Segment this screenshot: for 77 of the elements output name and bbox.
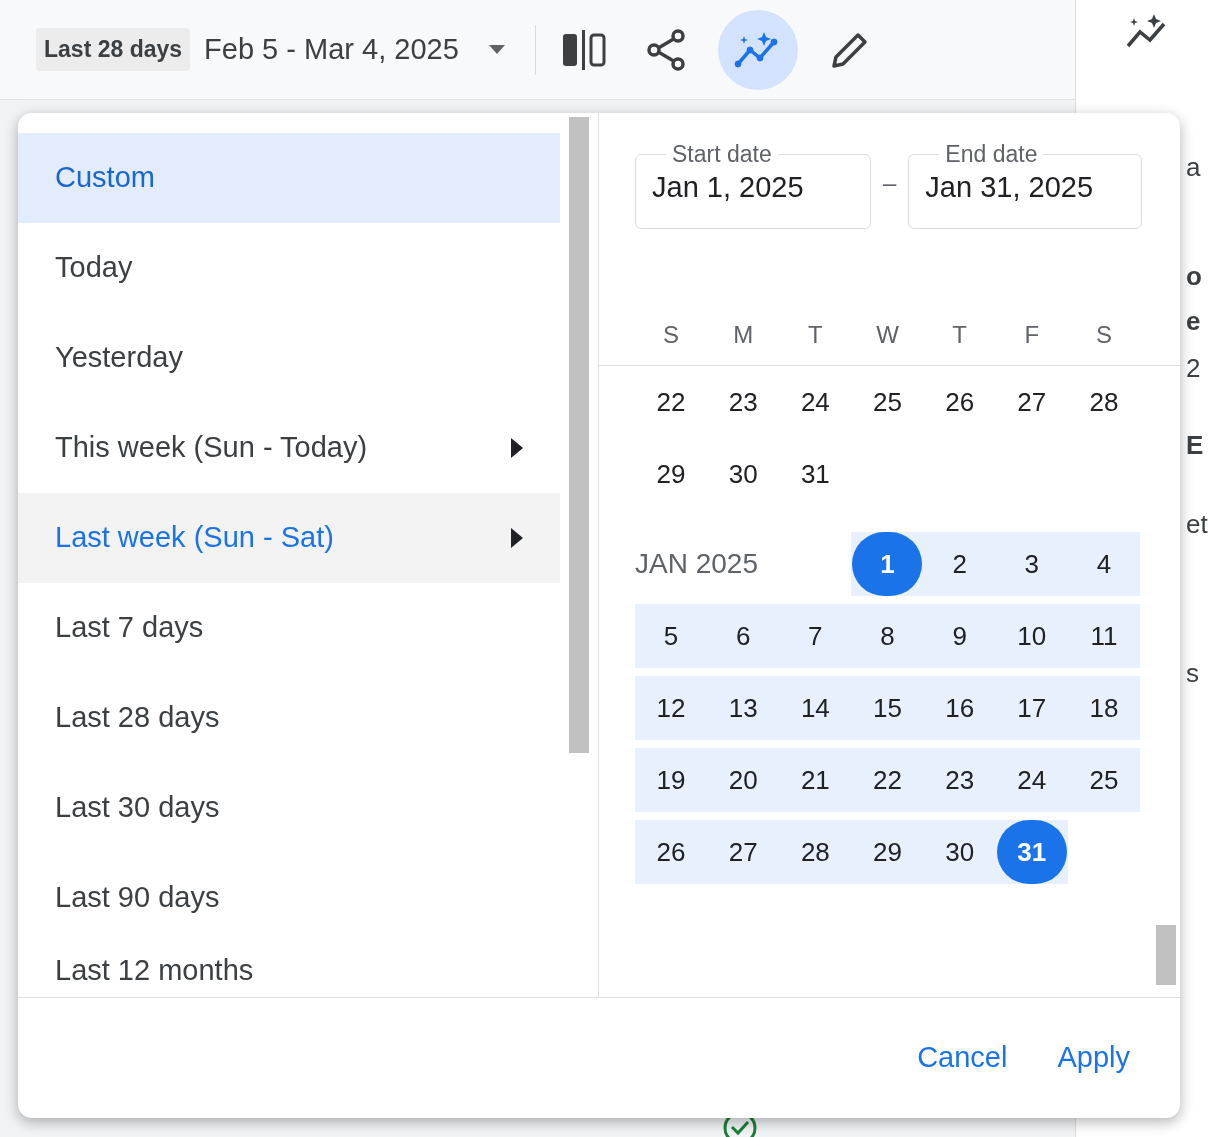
calendar-day[interactable]: 17 <box>1017 688 1047 728</box>
preset-option[interactable]: Last 7 days <box>18 583 560 673</box>
calendar-day[interactable]: 7 <box>808 616 823 656</box>
calendar-day[interactable]: 3 <box>1024 544 1039 584</box>
cancel-button[interactable]: Cancel <box>917 1036 1008 1080</box>
preset-option[interactable]: Custom <box>18 133 560 223</box>
preset-option[interactable]: Last 90 days <box>18 853 560 943</box>
preset-option[interactable]: This week (Sun - Today) <box>18 403 560 493</box>
calendar-day[interactable]: 9 <box>952 616 967 656</box>
background-text: o <box>1186 260 1203 293</box>
calendar-day[interactable]: 10 <box>1017 616 1047 656</box>
weekday-label: M <box>732 320 755 350</box>
calendar-day[interactable]: 30 <box>945 832 975 872</box>
background-text: E <box>1186 429 1205 462</box>
calendar-day[interactable]: 23 <box>707 382 780 422</box>
calendar-day[interactable]: 24 <box>1017 760 1047 800</box>
weekday-label: S <box>662 320 681 350</box>
calendar-day[interactable]: 28 <box>1067 382 1140 422</box>
weekday-label: F <box>1023 320 1041 350</box>
preset-option[interactable]: Yesterday <box>18 313 560 403</box>
calendar-day[interactable]: 23 <box>945 760 975 800</box>
calendar-day[interactable]: 24 <box>779 382 852 422</box>
calendar-day[interactable]: 15 <box>873 688 902 728</box>
background-text: e <box>1186 305 1202 338</box>
calendar-day[interactable]: 6 <box>735 616 751 656</box>
calendar-day[interactable]: 28 <box>800 832 830 872</box>
split-columns-icon <box>560 27 607 72</box>
calendar-day[interactable]: 13 <box>728 688 758 728</box>
calendar-day[interactable]: 8 <box>880 616 895 656</box>
date-range-dropdown[interactable]: Feb 5 - Mar 4, 2025 <box>204 27 505 72</box>
scrollbar-thumb[interactable] <box>569 117 589 753</box>
range-chip: Last 28 days <box>36 28 191 71</box>
submenu-arrow-icon <box>511 438 523 458</box>
calendar-day[interactable]: 31 <box>779 454 852 494</box>
calendar-day[interactable]: 20 <box>728 760 758 800</box>
background-text: et <box>1186 508 1209 541</box>
calendar-day[interactable]: 18 <box>1089 688 1119 728</box>
calendar-day[interactable]: 27 <box>728 832 758 872</box>
calendar-day[interactable]: 31 <box>996 820 1067 884</box>
calendar-day[interactable]: 22 <box>635 382 708 422</box>
preset-option[interactable]: Today <box>18 223 560 313</box>
calendar-day[interactable]: 21 <box>800 760 830 800</box>
calendar-day[interactable]: 26 <box>923 382 996 422</box>
submenu-arrow-icon <box>511 528 523 548</box>
background-text: s <box>1186 657 1200 690</box>
calendar-day[interactable]: 4 <box>1096 544 1112 584</box>
weekday-label: T <box>807 320 824 350</box>
weekday-label: S <box>1094 320 1113 350</box>
background-text: a <box>1186 151 1202 184</box>
calendar-day[interactable]: 27 <box>995 382 1068 422</box>
calendar-day[interactable]: 25 <box>851 382 924 422</box>
calendar-day[interactable]: 16 <box>945 688 975 728</box>
preset-option[interactable]: Last 30 days <box>18 763 560 853</box>
background-text: 2 <box>1186 352 1202 385</box>
preset-option[interactable]: Last week (Sun - Sat) <box>18 493 560 583</box>
preset-option[interactable]: Last 28 days <box>18 673 560 763</box>
apply-button[interactable]: Apply <box>1057 1036 1130 1080</box>
weekday-label: W <box>875 320 900 350</box>
calendar-day[interactable]: 14 <box>800 688 830 728</box>
preset-option[interactable]: Last 12 months <box>18 943 560 1033</box>
calendar-day[interactable]: 29 <box>635 454 708 494</box>
calendar-day[interactable]: 1 <box>852 532 923 596</box>
calendar-day[interactable]: 19 <box>656 760 686 800</box>
month-label: JAN 2025 <box>635 547 759 581</box>
calendar-day[interactable]: 12 <box>656 688 686 728</box>
calendar-day[interactable]: 5 <box>663 616 679 656</box>
calendar-scrollbar-thumb[interactable] <box>1156 925 1176 985</box>
weekday-label: T <box>951 320 968 350</box>
calendar-day[interactable]: 29 <box>873 832 902 872</box>
caret-icon <box>488 44 505 55</box>
calendar-day[interactable]: 11 <box>1090 616 1118 656</box>
calendar-day[interactable]: 22 <box>873 760 902 800</box>
range-separator: – <box>883 168 897 198</box>
calendar-day[interactable]: 2 <box>952 544 967 584</box>
calendar-day[interactable]: 25 <box>1089 760 1119 800</box>
calendar-day[interactable]: 30 <box>707 454 780 494</box>
calendar-day[interactable]: 26 <box>656 832 686 872</box>
